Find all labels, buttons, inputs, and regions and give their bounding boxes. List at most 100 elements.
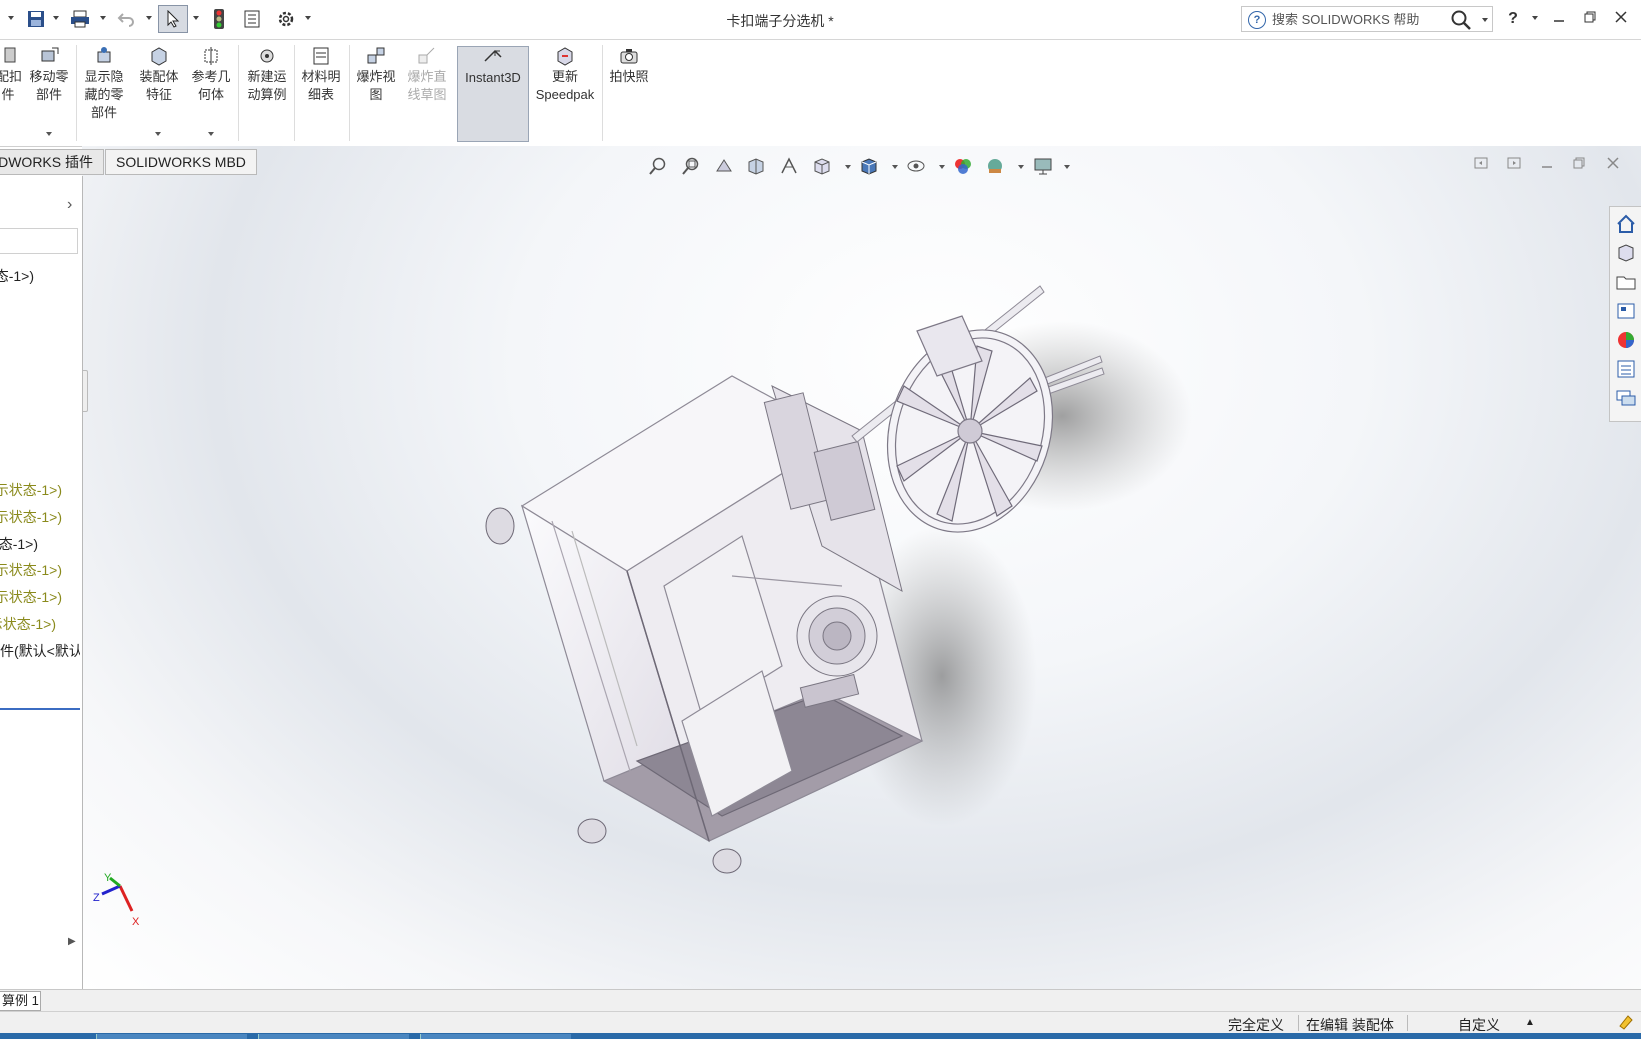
taskbar-item[interactable] — [258, 1034, 409, 1039]
snapshot-icon — [618, 46, 640, 66]
view-settings-icon[interactable] — [1033, 156, 1055, 176]
split-left-icon[interactable] — [1471, 156, 1491, 174]
chevron-down-icon[interactable] — [892, 165, 898, 169]
viewport-close-icon[interactable] — [1603, 156, 1623, 174]
feature-manager-tree: › 认<默认_显示状态-1>) 认<默认_显示状态-1>) 认<默认_显示状态-… — [0, 176, 83, 989]
explode-line-icon — [416, 46, 438, 66]
tree-item[interactable]: 认<默认_显示状态-1>) — [0, 507, 62, 527]
split-right-icon[interactable] — [1504, 156, 1524, 174]
ribbon-move-component-button[interactable]: 移动零 部件 — [24, 46, 74, 104]
study-tabs-row: 算例 1 — [0, 989, 1641, 1011]
previous-view-icon[interactable] — [714, 156, 736, 176]
ribbon-bom-button[interactable]: 材料明 细表 — [296, 46, 346, 104]
appearances-icon[interactable] — [1615, 329, 1637, 351]
ribbon-assembly-feature-button[interactable]: 装配体 特征 — [133, 46, 185, 104]
fastener-icon — [0, 46, 19, 66]
tree-item[interactable]: 认<默认_显示状态-1>) — [0, 614, 56, 634]
section-view-icon[interactable] — [746, 156, 768, 176]
forum-icon[interactable] — [1615, 387, 1637, 409]
assembly-model-render[interactable]: X Y Z — [82, 146, 1641, 989]
ribbon-separator — [602, 45, 603, 141]
search-icon[interactable] — [1450, 9, 1472, 34]
tree-item[interactable]: 认<默认_显示状态-1>) — [0, 480, 62, 500]
view-orientation-icon[interactable] — [812, 156, 834, 176]
chevron-down-icon[interactable] — [155, 132, 161, 136]
rebuild-indicator-icon[interactable] — [1618, 1014, 1634, 1033]
tab-solidworks-addins[interactable]: SOLIDWORKS 插件 — [0, 149, 104, 175]
bom-icon — [310, 46, 332, 66]
motion-study-icon — [256, 46, 278, 66]
chevron-down-icon[interactable] — [845, 165, 851, 169]
tab-motion-study[interactable]: 算例 1 — [0, 991, 41, 1011]
status-fully-defined: 完全定义 — [1228, 1017, 1284, 1033]
ribbon-separator — [294, 45, 295, 141]
ribbon-instant3d-button[interactable]: Instant3D — [457, 46, 529, 142]
taskbar-item[interactable] — [96, 1034, 247, 1039]
assembly-feature-icon — [148, 46, 170, 66]
taskbar-item[interactable] — [420, 1034, 571, 1039]
status-units[interactable]: 自定义 — [1458, 1015, 1500, 1035]
zoom-to-area-icon[interactable] — [681, 156, 703, 176]
explode-view-icon — [365, 46, 387, 66]
chevron-down-icon[interactable] — [1018, 165, 1024, 169]
ribbon-show-hidden-button[interactable]: 显示隐 藏的零 部件 — [79, 46, 129, 122]
tree-item[interactable]: 认<默认_显示状态-1>) — [0, 266, 34, 286]
help-circle-icon: ? — [1248, 11, 1266, 29]
chevron-right-icon[interactable]: › — [67, 196, 72, 214]
ribbon-fastener-button[interactable]: 配扣 件 — [0, 46, 22, 104]
tree-item[interactable]: 件(默认<默认_ — [0, 641, 80, 661]
ribbon-separator — [349, 45, 350, 141]
chevron-right-icon[interactable]: ▶ — [68, 936, 76, 947]
help-menu-button[interactable]: ? — [1500, 8, 1526, 30]
tree-item[interactable]: 认<默认_显示状态-1>) — [0, 560, 62, 580]
chevron-down-icon[interactable] — [1064, 165, 1070, 169]
tab-solidworks-mbd[interactable]: SOLIDWORKS MBD — [105, 149, 257, 175]
chevron-down-icon[interactable] — [939, 165, 945, 169]
ribbon-reference-geometry-button[interactable]: 参考几 何体 — [186, 46, 236, 104]
ribbon-speedpak-button[interactable]: 更新 Speedpak — [531, 46, 599, 104]
chevron-down-icon[interactable] — [1482, 18, 1488, 22]
viewport-minimize-icon[interactable] — [1537, 156, 1557, 174]
reference-geometry-icon — [200, 46, 222, 66]
close-icon[interactable] — [1608, 8, 1634, 30]
tree-item[interactable]: 认<默认_显示状态-1>) — [0, 534, 38, 554]
status-separator — [1298, 1015, 1299, 1031]
hide-show-items-icon[interactable] — [906, 156, 928, 176]
design-library-icon[interactable] — [1615, 242, 1637, 264]
chevron-down-icon[interactable] — [46, 132, 52, 136]
svg-text:X: X — [132, 916, 140, 928]
instant3d-icon — [482, 47, 504, 67]
svg-text:Y: Y — [104, 872, 112, 884]
command-manager-ribbon: 配扣 件 移动零 部件 显示隐 藏的零 部件 装配体 特征 参考几 何体 新建运… — [0, 40, 1641, 147]
home-icon[interactable] — [1615, 213, 1637, 235]
move-component-icon — [38, 46, 60, 66]
edit-appearance-icon[interactable] — [953, 156, 975, 176]
title-bar: 卡扣端子分选机 * ? ? — [0, 0, 1641, 40]
help-search-box[interactable]: ? — [1241, 6, 1493, 32]
tree-rollback-bar[interactable] — [0, 708, 80, 710]
chevron-up-icon[interactable]: ▲ — [1525, 1017, 1535, 1028]
ribbon-explode-view-button[interactable]: 爆炸视 图 — [351, 46, 401, 104]
ribbon-motion-study-button[interactable]: 新建运 动算例 — [242, 46, 292, 104]
ribbon-snapshot-button[interactable]: 拍快照 — [604, 46, 654, 86]
display-style-icon[interactable] — [859, 156, 881, 176]
minimize-icon[interactable] — [1546, 8, 1572, 30]
custom-properties-icon[interactable] — [1615, 358, 1637, 380]
zoom-to-fit-icon[interactable] — [648, 156, 670, 176]
chevron-down-icon[interactable] — [208, 132, 214, 136]
chevron-down-icon[interactable] — [1532, 16, 1538, 20]
apply-scene-icon[interactable] — [985, 156, 1007, 176]
tree-filter-field[interactable] — [0, 228, 78, 254]
search-input[interactable] — [1272, 10, 1442, 28]
svg-text:Z: Z — [93, 892, 100, 904]
folder-icon[interactable] — [1615, 271, 1637, 293]
dynamic-annotation-icon[interactable] — [779, 156, 801, 176]
ribbon-explode-line-button[interactable]: 爆炸直 线草图 — [402, 46, 452, 104]
show-hidden-icon — [93, 46, 115, 66]
coordinate-triad: X Y Z — [93, 872, 140, 928]
view-palette-icon[interactable] — [1615, 300, 1637, 322]
speedpak-icon — [554, 46, 576, 66]
viewport-restore-icon[interactable] — [1569, 156, 1589, 174]
tree-item[interactable]: 认<默认_显示状态-1>) — [0, 587, 62, 607]
restore-icon[interactable] — [1577, 8, 1603, 30]
